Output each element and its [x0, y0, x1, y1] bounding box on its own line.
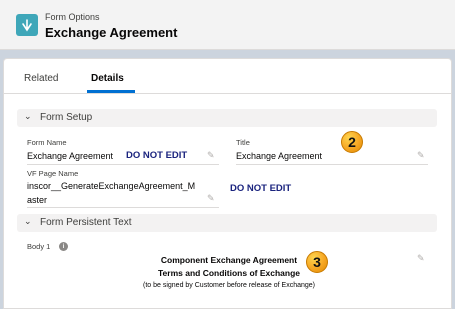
vf-page-name-value-cont: aster: [27, 195, 48, 205]
body1-line2: Terms and Conditions of Exchange: [158, 268, 300, 278]
section-form-persistent-text[interactable]: ⌄ Form Persistent Text: [17, 214, 437, 232]
section-title: Form Persistent Text: [40, 217, 132, 228]
do-not-edit-annotation: DO NOT EDIT: [230, 183, 292, 194]
vf-page-name-label: VF Page Name: [27, 169, 79, 178]
tab-details[interactable]: Details: [91, 73, 124, 84]
detail-card: Related Details ⌄ Form Setup Form Name E…: [3, 58, 452, 309]
active-tab-indicator: [87, 90, 135, 93]
edit-title-icon[interactable]: ✎: [417, 150, 425, 161]
badge-2: 2: [341, 131, 363, 153]
title-label: Title: [236, 138, 250, 147]
object-type-label: Form Options: [45, 12, 100, 22]
body1-label: Body 1: [27, 242, 51, 251]
field-divider: [27, 207, 219, 208]
chevron-down-icon: ⌄: [24, 111, 32, 121]
tab-related[interactable]: Related: [24, 73, 58, 84]
body1-line3: (to be signed by Customer before release…: [143, 282, 315, 289]
record-header: Form Options Exchange Agreement: [0, 0, 455, 50]
field-divider: [236, 164, 428, 165]
field-divider: [27, 164, 219, 165]
title-value: Exchange Agreement: [236, 151, 323, 161]
edit-form-name-icon[interactable]: ✎: [207, 150, 215, 161]
vf-page-name-value: inscor__GenerateExchangeAgreement_M: [27, 181, 196, 191]
section-title: Form Setup: [40, 112, 93, 123]
tab-bar: Related Details: [4, 59, 451, 94]
form-name-value: Exchange Agreement: [27, 151, 114, 161]
section-form-setup[interactable]: ⌄ Form Setup: [17, 109, 437, 127]
record-title: Exchange Agreement: [45, 25, 178, 40]
chevron-down-icon: ⌄: [24, 216, 32, 226]
body1-line1: Component Exchange Agreement: [160, 255, 298, 265]
form-options-icon: [16, 14, 38, 36]
badge-3: 3: [306, 251, 328, 273]
edit-vf-page-icon[interactable]: ✎: [207, 193, 215, 204]
info-icon[interactable]: i: [59, 242, 68, 251]
edit-body1-icon[interactable]: ✎: [417, 253, 425, 264]
form-name-label: Form Name: [27, 138, 67, 147]
do-not-edit-annotation: DO NOT EDIT: [126, 150, 188, 161]
